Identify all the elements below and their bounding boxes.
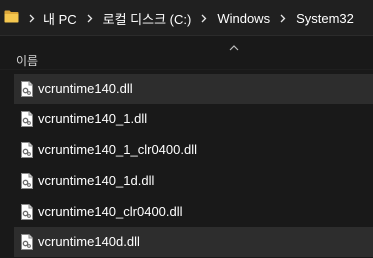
column-header-divider [0,69,373,70]
chevron-right-icon[interactable] [27,0,37,36]
list-item[interactable]: vcruntime140_1_clr0400.dll [14,135,373,165]
dll-file-icon [21,111,33,127]
sort-ascending-icon [229,45,239,51]
file-list[interactable]: 이름 vcruntime140.dll vcruntime140_1.dll v… [0,36,373,258]
list-item[interactable]: vcruntime140_1.dll [14,104,373,134]
folder-icon [4,10,19,23]
chevron-right-icon[interactable] [85,0,95,36]
file-name: vcruntime140_clr0400.dll [38,204,183,219]
list-item[interactable]: vcruntime140_clr0400.dll [14,197,373,227]
column-header-name[interactable]: 이름 [16,52,38,68]
file-name: vcruntime140_1.dll [38,111,148,126]
address-bar[interactable]: 내 PC 로컬 디스크 (C:) Windows System32 [0,0,373,36]
breadcrumb-item-system32[interactable]: System32 [296,11,354,26]
breadcrumb-item-this-pc[interactable]: 내 PC [43,9,77,28]
list-item[interactable]: vcruntime140d.dll [14,227,373,257]
file-name: vcruntime140.dll [38,81,133,96]
dll-file-icon [21,81,33,97]
dll-file-icon [21,234,33,250]
dll-file-icon [21,204,33,220]
file-name: vcruntime140_1d.dll [38,173,155,188]
chevron-right-icon[interactable] [278,0,288,36]
breadcrumb: 내 PC 로컬 디스크 (C:) Windows System32 [27,0,354,36]
dll-file-icon [21,142,33,158]
list-item[interactable]: vcruntime140.dll [14,74,373,104]
breadcrumb-item-windows[interactable]: Windows [217,11,270,26]
list-item[interactable]: vcruntime140_1d.dll [14,166,373,196]
dll-file-icon [21,173,33,189]
file-name: vcruntime140_1_clr0400.dll [38,142,197,157]
breadcrumb-item-local-disk[interactable]: 로컬 디스크 (C:) [103,9,192,28]
file-name: vcruntime140d.dll [38,234,140,249]
chevron-right-icon[interactable] [199,0,209,36]
